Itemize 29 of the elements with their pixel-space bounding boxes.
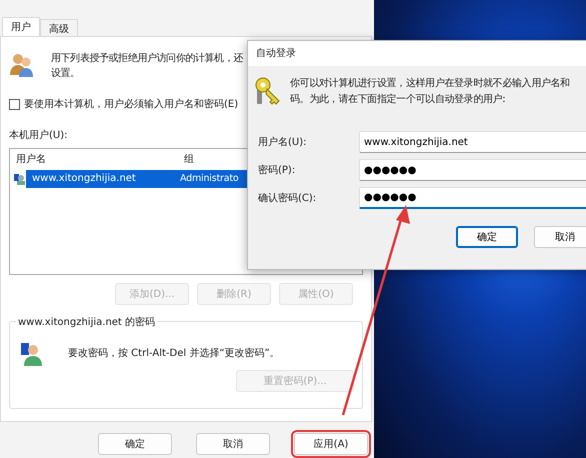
field-label: 用户名(U): (257, 136, 308, 150)
users-label: 本机用户(U): (9, 130, 68, 141)
key-icon (254, 76, 282, 106)
users-icon (9, 51, 35, 77)
column-header: 用户名 (15, 152, 47, 166)
password-hint: 要改密码，按 Ctrl-Alt-Del 并选择“更改密码”。 (68, 346, 280, 360)
input-field[interactable]: ●●●●●● (359, 159, 586, 181)
tab[interactable]: 高级 (40, 19, 78, 36)
input-field[interactable]: ●●●●●● (359, 187, 586, 209)
dialog-button[interactable]: 确定 (98, 433, 172, 455)
dialog-message: 码。为此，请在下面指定一个可以自动登录的用户: (290, 92, 506, 107)
dialog-title: 自动登录 (248, 41, 586, 66)
dialog-button[interactable]: 应用(A) (294, 433, 368, 455)
field-label: 确认密码(C): (257, 192, 318, 206)
tab[interactable]: 用户 (2, 17, 40, 36)
checkbox-label: 要使用本计算机，用户必须输入用户名和密码(E) (24, 98, 238, 112)
intro-text: 用下列表授予或拒绝用户访问你的计算机，还 (51, 52, 244, 66)
user-icon (18, 340, 44, 366)
intro-text: 设置。 (51, 66, 80, 81)
dialog-button[interactable]: 取消 (196, 433, 270, 455)
dialog-button[interactable]: 取消 (534, 226, 586, 248)
table-cell[interactable]: www.xitongzhijia.net (26, 170, 176, 188)
dialog-button[interactable]: 确定 (456, 226, 518, 248)
input-field[interactable]: www.xitongzhijia.net (359, 131, 586, 153)
dialog-message: 你可以对计算机进行设置，这样用户在登录时就不必输入用户名和 (290, 76, 570, 91)
group-title: www.xitongzhijia.net 的密码 (16, 315, 158, 330)
field-label: 密码(P): (257, 164, 296, 178)
checkbox[interactable] (9, 99, 20, 110)
column-header: 组 (183, 152, 194, 166)
